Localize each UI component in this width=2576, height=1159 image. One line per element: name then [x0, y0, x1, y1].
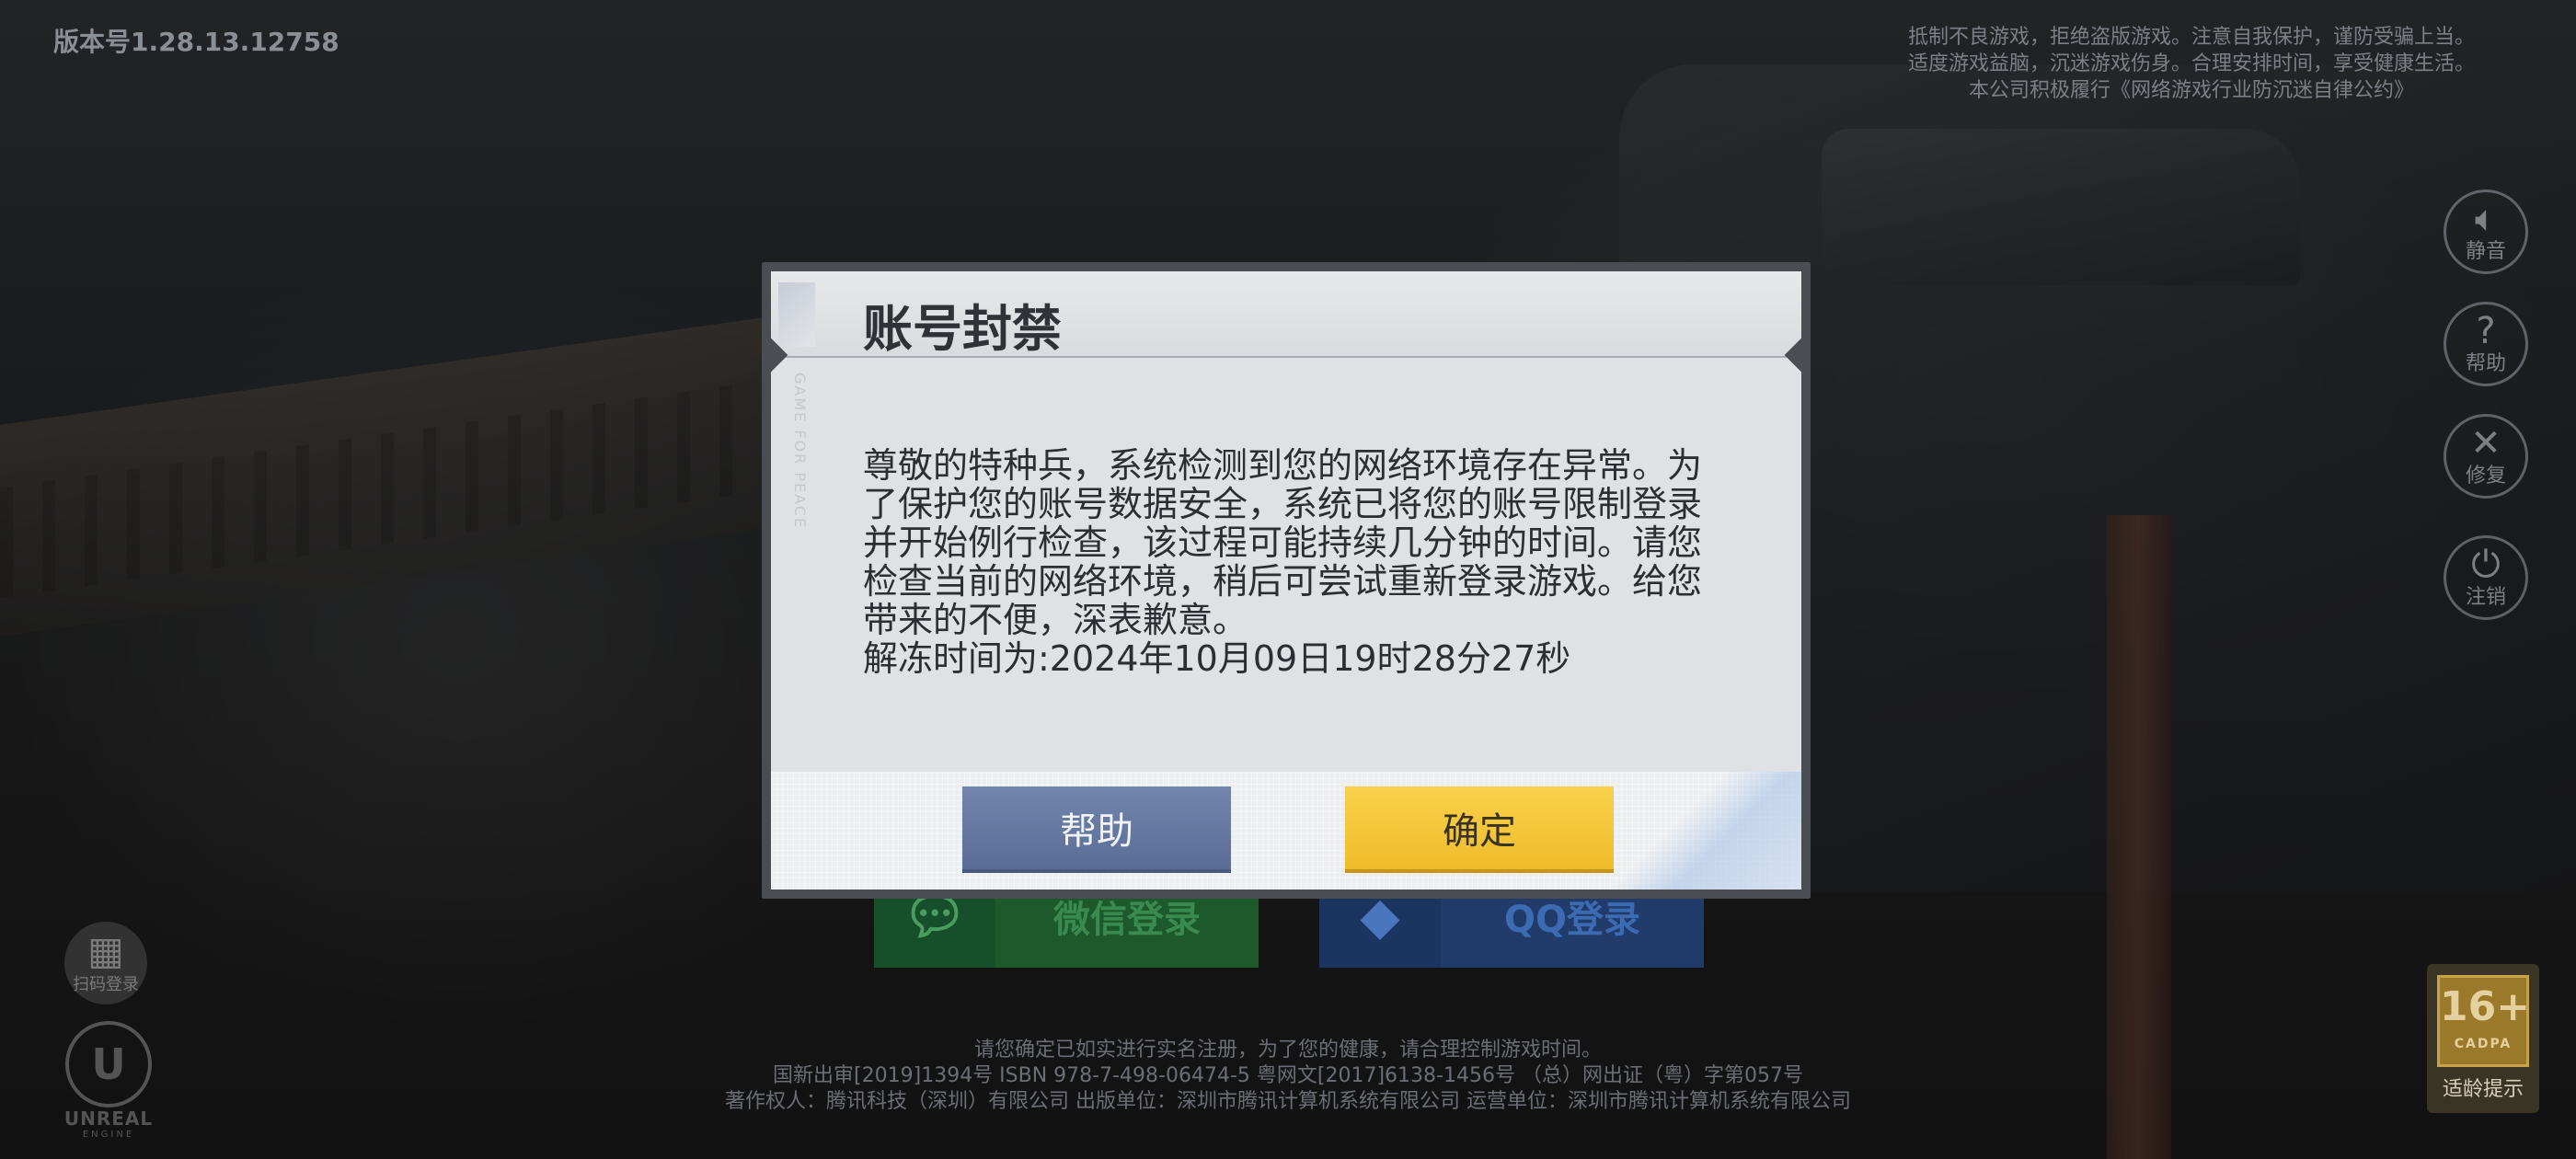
dialog-footer: 帮助 确定	[771, 772, 1801, 889]
header-decoration	[778, 282, 815, 347]
legal-line: 著作权人：腾讯科技（深圳）有限公司 出版单位：深圳市腾讯计算机系统有限公司 运营…	[725, 1090, 1851, 1113]
legal-line: 国新出审[2019]1394号 ISBN 978-7-498-06474-5 粤…	[773, 1064, 1803, 1087]
age-rating-label: 适龄提示	[2442, 1078, 2524, 1101]
dialog-watermark: GAME FOR PEACE	[791, 373, 809, 530]
qr-code-icon: ▦	[87, 928, 124, 973]
help-side-label: 帮助	[2465, 352, 2506, 375]
confirm-button[interactable]: 确定	[1345, 786, 1614, 873]
logout-button[interactable]: ⏻ 注销	[2444, 535, 2528, 620]
account-ban-dialog: 账号封禁 GAME FOR PEACE 尊敬的特种兵，系统检测到您的网络环境存在…	[762, 262, 1811, 899]
age-rating-badge: 16+ CADPA	[2437, 975, 2531, 1067]
unlock-time: 解冻时间为:2024年10月09日19时28分27秒	[863, 638, 1571, 679]
footer-decoration	[1599, 772, 1801, 889]
age-rating-org: CADPA	[2454, 1037, 2513, 1051]
dialog-title: 账号封禁	[863, 300, 1062, 358]
health-notice: 抵制不良游戏，拒绝盗版游戏。注意自我保护，谨防受骗上当。 适度游戏益脑，沉迷游戏…	[1842, 24, 2541, 104]
health-notice-line: 本公司积极履行《网络游戏行业防沉迷自律公约》	[1968, 79, 2414, 102]
health-notice-line: 抵制不良游戏，拒绝盗版游戏。注意自我保护，谨防受骗上当。	[1907, 26, 2475, 49]
mute-button[interactable]: 🔈︎ 静音	[2444, 189, 2528, 274]
power-icon: ⏻	[2471, 544, 2501, 586]
dialog-message: 尊敬的特种兵，系统检测到您的网络环境存在异常。为了保护您的账号数据安全，系统已将…	[863, 446, 1719, 678]
age-rating-number: 16+	[2440, 983, 2531, 1030]
legal-text: 请您确定已如实进行实名注册，为了您的健康，请合理控制游戏时间。 国新出审[201…	[0, 1038, 2576, 1115]
age-rating[interactable]: 16+ CADPA 适龄提示	[2427, 964, 2539, 1113]
legal-line: 请您确定已如实进行实名注册，为了您的健康，请合理控制游戏时间。	[973, 1039, 1602, 1061]
logout-label: 注销	[2465, 586, 2506, 609]
qr-login-label: 扫码登录	[73, 975, 139, 994]
help-side-button[interactable]: ? 帮助	[2444, 302, 2528, 386]
unreal-logo-subtext: ENGINE	[82, 1130, 135, 1140]
wrench-icon: ✕	[2470, 422, 2501, 465]
dialog-header: 账号封禁	[771, 271, 1801, 358]
repair-button[interactable]: ✕ 修复	[2444, 414, 2528, 499]
question-icon: ?	[2476, 310, 2496, 352]
mute-label: 静音	[2465, 240, 2506, 263]
ban-message: 尊敬的特种兵，系统检测到您的网络环境存在异常。为了保护您的账号数据安全，系统已将…	[863, 445, 1703, 640]
dialog-panel: 账号封禁 GAME FOR PEACE 尊敬的特种兵，系统检测到您的网络环境存在…	[771, 271, 1801, 889]
help-button[interactable]: 帮助	[962, 786, 1231, 873]
repair-label: 修复	[2465, 465, 2506, 488]
qr-login-button[interactable]: ▦ 扫码登录	[64, 922, 147, 1004]
speaker-icon: 🔈︎	[2475, 198, 2497, 240]
version-label: 版本号1.28.13.12758	[53, 27, 339, 57]
health-notice-line: 适度游戏益脑，沉迷游戏伤身。合理安排时间，享受健康生活。	[1907, 52, 2475, 75]
